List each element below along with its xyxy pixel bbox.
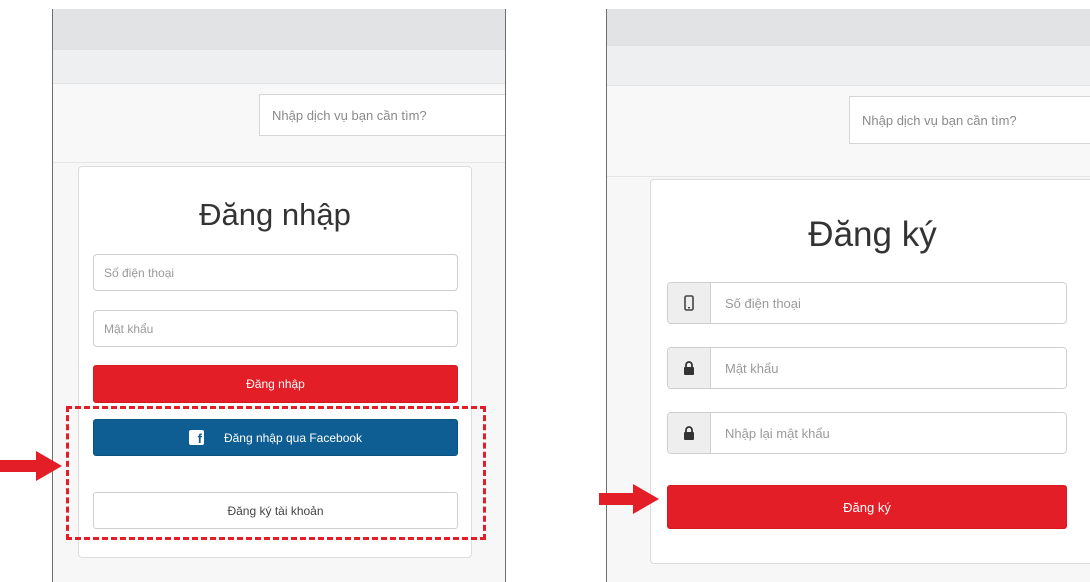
password-field[interactable] [93,310,458,347]
search-input[interactable] [259,94,505,136]
nav-strip [607,45,1090,86]
search-input[interactable] [849,96,1090,144]
login-button-label: Đăng nhập [246,377,305,391]
page-title: Đăng nhập [199,197,351,232]
password-input-group[interactable] [667,347,1067,389]
phone-input-group[interactable] [667,282,1067,324]
red-arrow-icon [599,484,659,514]
lock-icon [668,348,711,388]
dashed-highlight-box [66,406,486,540]
nav-strip [53,49,505,84]
site-header [607,85,1090,177]
site-header [53,83,505,163]
phone-field[interactable] [93,254,458,291]
register-button[interactable]: Đăng ký [667,485,1067,529]
register-card: Đăng ký Đăng ký [650,179,1090,564]
browser-toolbar [607,9,1090,45]
confirm-password-field[interactable] [711,413,1066,453]
browser-toolbar [53,9,505,49]
password-field[interactable] [711,348,1066,388]
login-button[interactable]: Đăng nhập [93,365,458,403]
mobile-phone-icon [668,283,711,323]
confirm-password-input-group[interactable] [667,412,1067,454]
phone-field[interactable] [711,283,1066,323]
lock-icon [668,413,711,453]
register-screenshot: Đăng ký Đăng ký [606,9,1090,582]
page-title: Đăng ký [808,215,937,254]
red-arrow-icon [0,451,62,481]
register-button-label: Đăng ký [843,499,891,515]
